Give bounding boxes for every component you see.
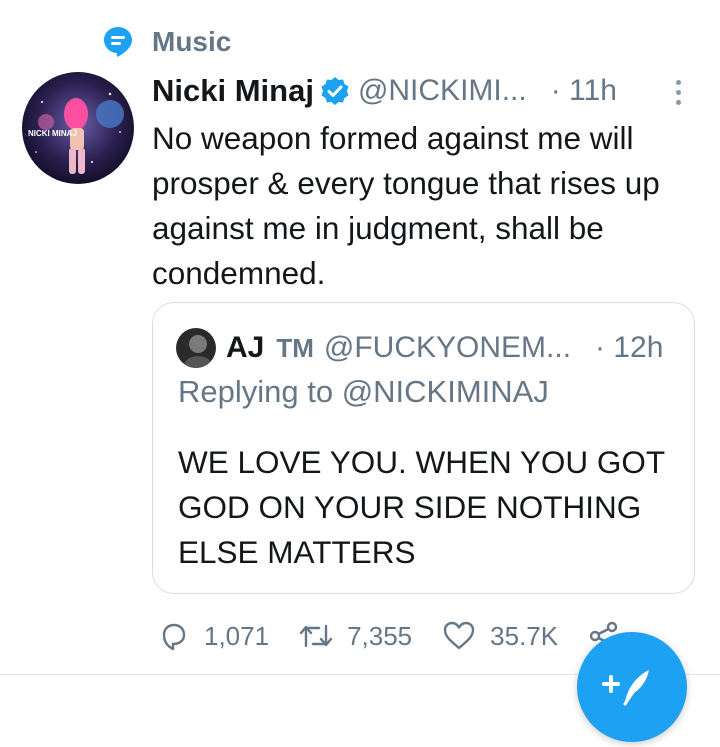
quoted-tweet-text: WE LOVE YOU. WHEN YOU GOT GOD ON YOUR SI… [178, 444, 665, 570]
compose-tweet-button[interactable] [577, 632, 687, 742]
topic-label: Music [152, 26, 232, 57]
trademark-badge: TM [276, 332, 314, 363]
quoted-author-avatar [176, 328, 216, 368]
author-avatar[interactable]: NICKI MINAJ [22, 72, 134, 184]
author-name[interactable]: Nicki Minaj [152, 73, 314, 109]
like-button[interactable]: 35.7K [442, 620, 558, 652]
quoted-timestamp: · 12h [595, 331, 664, 364]
author-handle[interactable]: @NICKIMI... [358, 74, 527, 108]
quoted-tweet-header: AJ TM @FUCKYONEM... · 12h [176, 326, 663, 370]
quoted-author-name: AJ [226, 331, 265, 364]
tweet-header: Nicki Minaj @NICKIMI... · 11h [152, 70, 692, 112]
reply-icon [162, 623, 186, 651]
like-count: 35.7K [490, 620, 559, 651]
more-options-icon[interactable] [668, 74, 688, 110]
tweet-timestamp[interactable]: · 11h [551, 74, 617, 108]
verified-badge-icon [320, 76, 350, 106]
reply-count: 1,071 [204, 620, 270, 651]
compose-feather-icon [602, 670, 649, 706]
retweet-button[interactable]: 7,355 [299, 620, 412, 652]
topic-icon [100, 24, 136, 60]
replying-to-label: Replying to @NICKIMINAJ [178, 374, 549, 409]
retweet-icon [299, 624, 333, 648]
avatar-logo-text: NICKI MINAJ [28, 129, 77, 138]
reply-button[interactable]: 1,071 [158, 620, 269, 652]
heart-icon [443, 621, 475, 650]
retweet-count: 7,355 [347, 620, 413, 651]
tweet-text: No weapon formed against me will prosper… [152, 120, 660, 291]
topic-context[interactable]: Music [100, 22, 231, 62]
quoted-author-handle: @FUCKYONEM... [323, 331, 572, 364]
